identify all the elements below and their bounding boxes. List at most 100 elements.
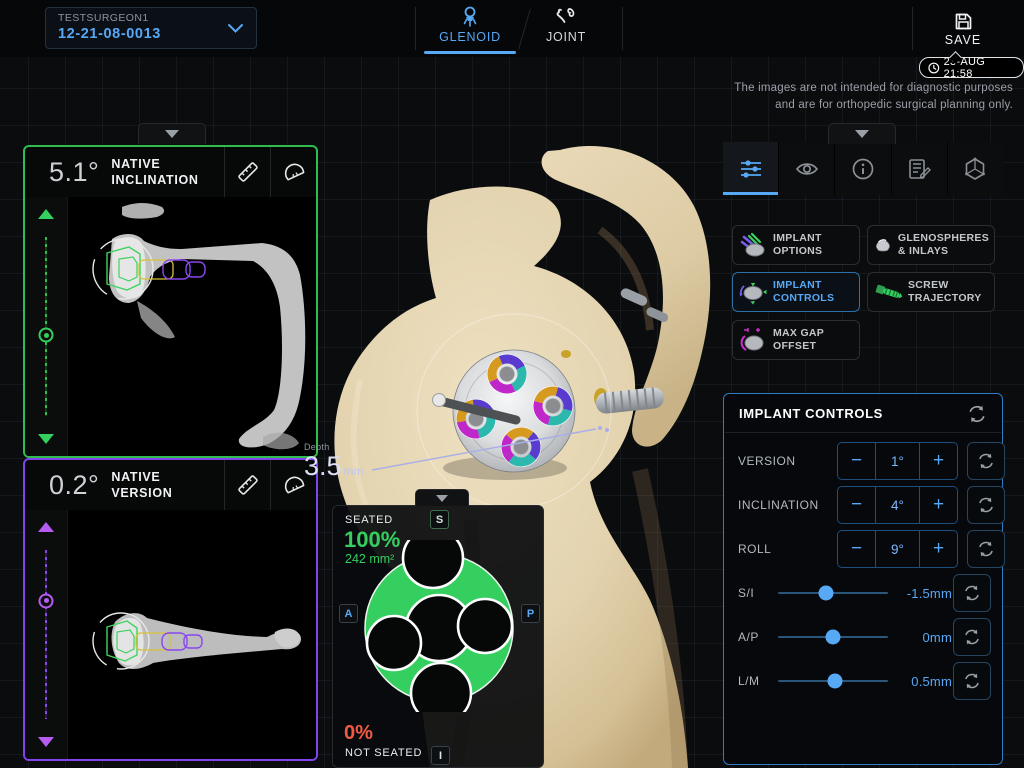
- inclination-reset-button[interactable]: [967, 486, 1005, 524]
- orientation-posterior: P: [521, 604, 540, 623]
- si-value: -1.5mm: [888, 586, 952, 601]
- button-label: MAX GAP OFFSET: [773, 327, 824, 353]
- lm-slider-thumb[interactable]: [828, 674, 843, 689]
- implant-options-button[interactable]: IMPLANT OPTIONS: [732, 225, 860, 265]
- slice-up-button[interactable]: [38, 522, 54, 532]
- tab-visibility[interactable]: [779, 142, 835, 195]
- roll-reset-button[interactable]: [967, 530, 1005, 568]
- button-label: SCREW TRAJECTORY: [908, 279, 982, 305]
- save-label: SAVE: [945, 33, 981, 47]
- roll-decrease-button[interactable]: −: [838, 531, 875, 567]
- native-inclination-panel: 5.1° NATIVE INCLINATION: [23, 145, 318, 458]
- inclination-increase-button[interactable]: +: [920, 487, 957, 523]
- panel-title: IMPLANT CONTROLS: [739, 406, 883, 421]
- roll-stepper: − 9° +: [837, 530, 958, 568]
- joint-bones-icon: [554, 6, 578, 28]
- version-ct-view[interactable]: [25, 510, 316, 759]
- si-slider-track[interactable]: [778, 592, 888, 594]
- screw-trajectory-button[interactable]: SCREW TRAJECTORY: [867, 272, 995, 312]
- measure-ruler-button[interactable]: [224, 460, 270, 510]
- roll-stepper-value: 9°: [875, 531, 920, 567]
- depth-unit: mm: [344, 464, 364, 478]
- button-label: GLENOSPHERES & INLAYS: [898, 232, 989, 258]
- measure-ruler-button[interactable]: [224, 147, 270, 197]
- version-decrease-button[interactable]: −: [838, 443, 875, 479]
- inclination-value: 5.1°: [49, 157, 99, 188]
- lm-value: 0.5mm: [888, 674, 952, 689]
- row-label: A/P: [738, 630, 778, 644]
- surgical-planning-app: Depth 3.5mm TESTSURGEON1 12-21-08-0013: [0, 0, 1024, 768]
- tab-3d-orientation[interactable]: [948, 142, 1003, 195]
- slice-slider-thumb[interactable]: [39, 328, 54, 343]
- implant-controls-button[interactable]: IMPLANT CONTROLS: [732, 272, 860, 312]
- inclination-ct-image: [67, 197, 316, 458]
- active-tab-underline: [424, 51, 516, 54]
- implant-options-icon: [738, 230, 768, 260]
- si-slider-thumb[interactable]: [819, 586, 834, 601]
- collapse-seated-panel-button[interactable]: [415, 489, 469, 506]
- si-reset-button[interactable]: [953, 574, 991, 612]
- slice-down-button[interactable]: [38, 434, 54, 444]
- implant-marker-yellow: [561, 350, 571, 358]
- measure-angle-button[interactable]: [270, 147, 316, 197]
- version-increase-button[interactable]: +: [920, 443, 957, 479]
- patient-selector[interactable]: TESTSURGEON1 12-21-08-0013: [45, 7, 257, 49]
- lm-reset-button[interactable]: [953, 662, 991, 700]
- depth-measurement-label: Depth 3.5mm: [304, 443, 364, 480]
- ap-value: 0mm: [888, 630, 952, 645]
- row-label: INCLINATION: [738, 498, 819, 512]
- info-icon: [850, 156, 876, 182]
- right-toolbar: [723, 142, 1003, 195]
- version-ct-image: [67, 510, 316, 761]
- roll-control-row: ROLL − 9° +: [738, 530, 990, 568]
- slice-track[interactable]: [45, 237, 47, 416]
- tab-notes[interactable]: [892, 142, 948, 195]
- implant-controls-icon: [738, 277, 768, 307]
- slice-up-button[interactable]: [38, 209, 54, 219]
- not-seated-caption: NOT SEATED: [345, 747, 422, 759]
- note-edit-icon: [906, 156, 932, 182]
- tab-implant-adjustments[interactable]: [723, 142, 779, 195]
- collapse-right-panel-button[interactable]: [828, 123, 896, 144]
- chevron-down-icon: [227, 23, 244, 34]
- ap-slider-track[interactable]: [778, 636, 888, 638]
- version-reset-button[interactable]: [967, 442, 1005, 480]
- glenospheres-inlays-button[interactable]: GLENOSPHERES & INLAYS: [867, 225, 995, 265]
- tab-glenoid[interactable]: GLENOID: [420, 0, 520, 57]
- slice-down-button[interactable]: [38, 737, 54, 747]
- max-gap-offset-button[interactable]: MAX GAP OFFSET: [732, 320, 860, 360]
- tab-joint[interactable]: JOINT: [528, 0, 604, 57]
- orientation-anterior: A: [339, 604, 358, 623]
- save-button[interactable]: SAVE: [926, 4, 1000, 54]
- reset-all-button[interactable]: [964, 401, 990, 427]
- slice-slider-thumb[interactable]: [39, 593, 54, 608]
- lm-slider-track[interactable]: [778, 680, 888, 682]
- divider: [725, 432, 1001, 433]
- chevron-down-icon: [436, 495, 448, 502]
- inclination-header: 5.1° NATIVE INCLINATION: [25, 147, 316, 197]
- slice-track[interactable]: [45, 550, 47, 719]
- inclination-ct-view[interactable]: [25, 197, 316, 456]
- version-slice-slider: [25, 510, 68, 759]
- ap-reset-button[interactable]: [953, 618, 991, 656]
- top-bar: TESTSURGEON1 12-21-08-0013 GLENOID: [0, 0, 1024, 57]
- disclaimer-text: The images are not intended for diagnost…: [734, 80, 1013, 113]
- tab-info[interactable]: [835, 142, 891, 195]
- tab-glenoid-label: GLENOID: [439, 30, 501, 44]
- inclination-decrease-button[interactable]: −: [838, 487, 875, 523]
- orientation-superior: S: [430, 510, 449, 529]
- inclination-label: NATIVE INCLINATION: [111, 156, 198, 189]
- collapse-left-panels-button[interactable]: [138, 123, 206, 144]
- inclination-stepper-value: 4°: [875, 487, 920, 523]
- button-label: IMPLANT CONTROLS: [773, 279, 834, 305]
- seating-status-panel: SEATED 100% 242 mm² 0% NOT SEATED S A P …: [332, 505, 544, 768]
- version-value: 0.2°: [49, 470, 99, 501]
- clock-icon: [928, 62, 940, 74]
- roll-increase-button[interactable]: +: [920, 531, 957, 567]
- cube-3d-icon: [962, 156, 988, 182]
- ap-slider-thumb[interactable]: [826, 630, 841, 645]
- tab-joint-label: JOINT: [546, 30, 586, 44]
- si-slider-row: S/I -1.5mm: [738, 581, 952, 605]
- max-gap-offset-icon: [738, 325, 768, 355]
- save-floppy-icon: [954, 12, 973, 31]
